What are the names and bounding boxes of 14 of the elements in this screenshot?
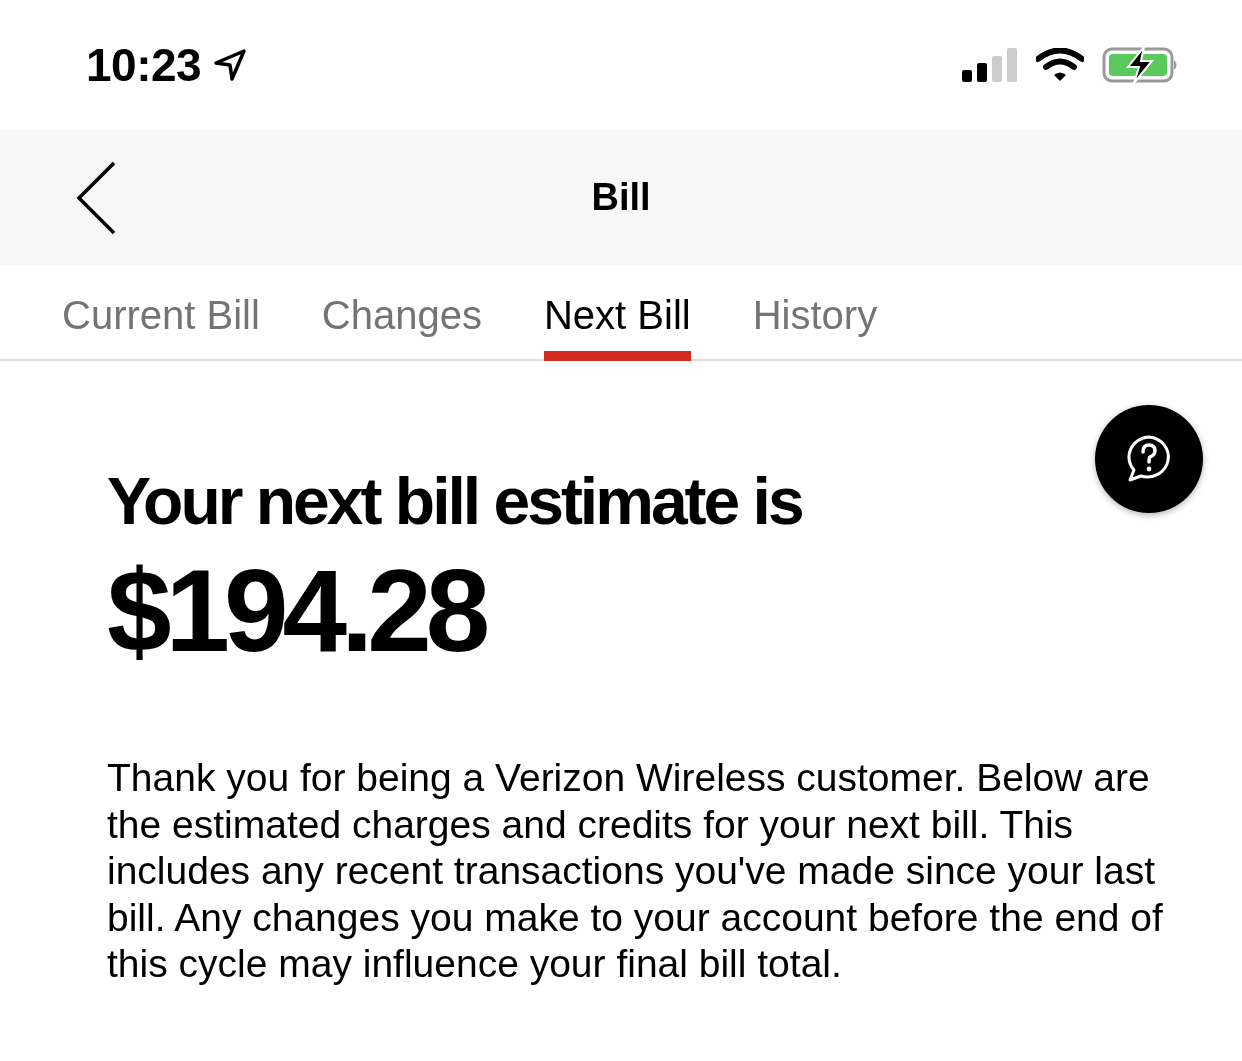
tab[interactable]: Current Bill [62,265,260,361]
location-arrow-icon [213,48,248,82]
status-time: 10:23 [86,38,202,92]
wifi-icon [1036,48,1084,82]
tab[interactable]: History [752,265,878,361]
tab[interactable]: Changes [321,265,482,361]
estimate-amount: $194.28 [107,551,486,671]
estimate-heading: Your next bill estimate is [107,463,803,540]
back-button[interactable] [74,159,118,236]
cellular-signal-icon [962,48,1018,82]
help-button[interactable] [1095,405,1203,513]
tab[interactable]: Next Bill [543,265,691,361]
description-text: Thank you for being a Verizon Wireless customer. Below are the estimated charges and credits for your next bill. This includes any recent transactions you've made since your last bill. Any changes you make to your account before the end of this cycle may influence your final bill total. [107,755,1164,987]
page-title: Bill [590,176,652,219]
